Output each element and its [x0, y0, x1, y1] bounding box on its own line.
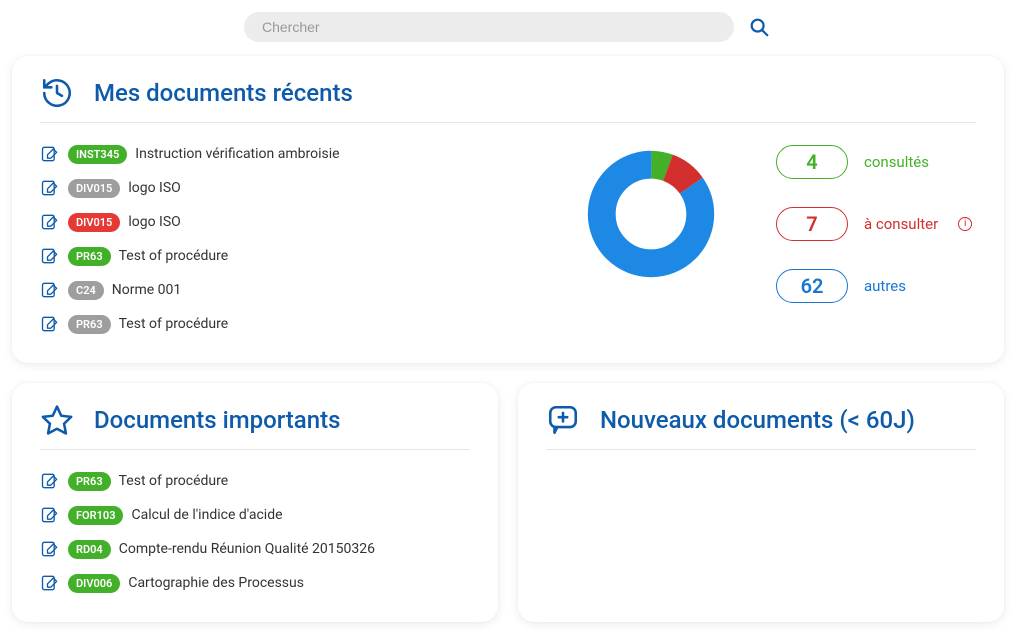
doc-label: Calcul de l'indice d'acide [131, 507, 282, 523]
stat-row: 7 à consulter i [776, 207, 976, 241]
new-documents-card: Nouveaux documents (< 60J) [518, 383, 1004, 622]
important-header: Documents importants [40, 403, 470, 450]
list-item[interactable]: DIV015 logo ISO [40, 205, 526, 239]
stat-label: à consulter [864, 215, 938, 233]
edit-icon [40, 314, 60, 334]
doc-label: logo ISO [128, 214, 180, 230]
doc-tag: DIV006 [68, 574, 120, 593]
important-title: Documents importants [94, 406, 340, 434]
edit-icon [40, 539, 60, 559]
edit-icon [40, 144, 60, 164]
doc-label: Norme 001 [112, 282, 182, 298]
stat-value[interactable]: 4 [776, 145, 848, 179]
stat-label: autres [864, 277, 906, 295]
search-bar [12, 12, 1004, 42]
list-item[interactable]: DIV006 Cartographie des Processus [40, 566, 470, 600]
edit-icon [40, 212, 60, 232]
doc-tag: DIV015 [68, 179, 120, 198]
edit-icon [40, 505, 60, 525]
important-list: PR63 Test of procédure FOR103 Calcul de l'i… [40, 464, 470, 600]
list-item[interactable]: PR63 Test of procédure [40, 307, 526, 341]
newdocs-title: Nouveaux documents (< 60J) [600, 406, 915, 434]
doc-tag: INST345 [68, 145, 127, 164]
recent-documents-card: Mes documents récents INST345 Instruction… [12, 56, 1004, 363]
doc-tag: PR63 [68, 247, 111, 266]
add-comment-icon [546, 403, 580, 437]
edit-icon [40, 246, 60, 266]
doc-label: Test of procédure [119, 473, 229, 489]
search-input[interactable] [244, 12, 734, 42]
stat-label: consultés [864, 153, 929, 171]
list-item[interactable]: RD04 Compte-rendu Réunion Qualité 2015032… [40, 532, 470, 566]
list-item[interactable]: C24 Norme 001 [40, 273, 526, 307]
edit-icon [40, 471, 60, 491]
doc-tag: C24 [68, 281, 104, 300]
info-icon[interactable]: i [958, 217, 972, 231]
doc-tag: RD04 [68, 540, 111, 559]
search-icon [748, 16, 770, 38]
history-icon [40, 76, 74, 110]
doc-tag: FOR103 [68, 506, 123, 525]
edit-icon [40, 280, 60, 300]
list-item[interactable]: FOR103 Calcul de l'indice d'acide [40, 498, 470, 532]
stats-area: 4 consultés 7 à consulter i 62 autres [776, 137, 976, 303]
doc-label: Test of procédure [119, 316, 229, 332]
doc-label: Cartographie des Processus [128, 575, 304, 591]
stat-value[interactable]: 62 [776, 269, 848, 303]
doc-label: logo ISO [128, 180, 180, 196]
recent-list: INST345 Instruction vérification ambroisi… [40, 137, 526, 341]
doc-tag: DIV015 [68, 213, 120, 232]
stat-row: 62 autres [776, 269, 976, 303]
edit-icon [40, 178, 60, 198]
doc-label: Test of procédure [119, 248, 229, 264]
doc-label: Instruction vérification ambroisie [135, 146, 339, 162]
search-button[interactable] [746, 14, 772, 40]
list-item[interactable]: DIV015 logo ISO [40, 171, 526, 205]
donut-segment [602, 165, 701, 264]
recent-header: Mes documents récents [40, 76, 976, 123]
edit-icon [40, 573, 60, 593]
important-documents-card: Documents importants PR63 Test of procédu… [12, 383, 498, 622]
list-item[interactable]: PR63 Test of procédure [40, 239, 526, 273]
star-icon [40, 403, 74, 437]
stat-row: 4 consultés [776, 145, 976, 179]
list-item[interactable]: INST345 Instruction vérification ambroisi… [40, 137, 526, 171]
stat-value[interactable]: 7 [776, 207, 848, 241]
recent-title: Mes documents récents [94, 79, 353, 107]
newdocs-header: Nouveaux documents (< 60J) [546, 403, 976, 450]
doc-label: Compte-rendu Réunion Qualité 20150326 [119, 541, 375, 557]
doc-tag: PR63 [68, 472, 111, 491]
donut-chart [536, 137, 766, 279]
list-item[interactable]: PR63 Test of procédure [40, 464, 470, 498]
doc-tag: PR63 [68, 315, 111, 334]
